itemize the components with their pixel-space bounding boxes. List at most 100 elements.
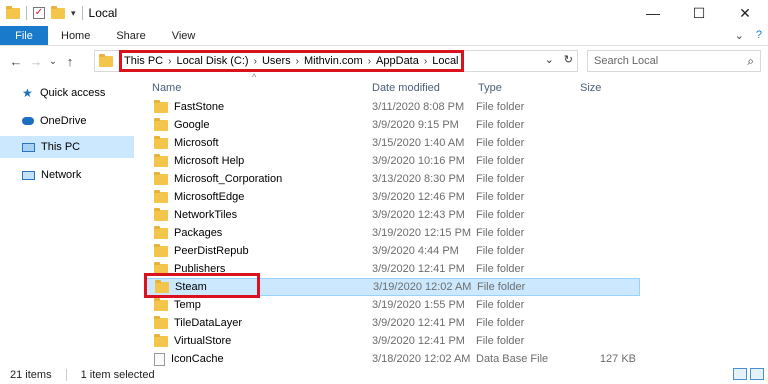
file-row[interactable]: PeerDistRepub 3/9/2020 4:44 PM File folder (146, 242, 640, 260)
selection-count: 1 item selected (80, 369, 155, 381)
file-name-cell: Microsoft (154, 135, 219, 149)
back-arrow-icon[interactable]: ← (6, 54, 26, 69)
file-type: File folder (476, 335, 525, 347)
file-name: Microsoft (174, 137, 219, 149)
folder-icon (154, 297, 168, 311)
chevron-right-icon[interactable]: › (296, 56, 299, 67)
file-row[interactable]: FastStone 3/11/2020 8:08 PM File folder (146, 98, 640, 116)
file-name: MicrosoftEdge (174, 191, 245, 203)
column-header-date[interactable]: Date modified (372, 82, 440, 94)
file-name: IconCache (171, 353, 224, 365)
file-row[interactable]: Packages 3/19/2020 12:15 PM File folder (146, 224, 640, 242)
breadcrumb-this-pc[interactable]: This PC (124, 55, 163, 67)
file-type: File folder (476, 191, 525, 203)
folder-icon (154, 99, 168, 113)
file-row[interactable]: Microsoft_Corporation 3/13/2020 8:30 PM Fi… (146, 170, 640, 188)
address-dropdown-icon[interactable]: ⌄ (545, 53, 554, 66)
file-name-cell: Google (154, 117, 209, 131)
folder-icon (154, 207, 168, 221)
search-icon[interactable]: ⌕ (747, 54, 754, 69)
file-name: FastStone (174, 101, 225, 113)
tab-view[interactable]: View (159, 26, 209, 45)
breadcrumb-appdata[interactable]: AppData (376, 55, 419, 67)
file-name-cell: Microsoft_Corporation (154, 171, 282, 185)
file-row[interactable]: Temp 3/19/2020 1:55 PM File folder (146, 296, 640, 314)
file-date: 3/19/2020 12:02 AM (373, 281, 472, 293)
highlight-box (144, 273, 260, 298)
search-input[interactable]: Search Local ⌕ (587, 50, 761, 72)
divider (81, 6, 83, 20)
tab-home[interactable]: Home (48, 26, 103, 45)
chevron-right-icon[interactable]: › (424, 56, 427, 67)
search-placeholder: Search Local (594, 55, 659, 67)
file-date: 3/9/2020 12:41 PM (372, 263, 465, 275)
file-row[interactable]: NetworkTiles 3/9/2020 12:43 PM File folder (146, 206, 640, 224)
tab-file[interactable]: File (0, 26, 48, 45)
file-row[interactable]: TileDataLayer 3/9/2020 12:41 PM File folde… (146, 314, 640, 332)
breadcrumb-user[interactable]: Mithvin.com (304, 55, 363, 67)
file-icon (154, 352, 165, 366)
sidebar-item-this-pc[interactable]: This PC (0, 136, 134, 158)
help-icon[interactable]: ? (756, 29, 762, 42)
folder-icon (154, 225, 168, 239)
divider (26, 6, 27, 20)
up-arrow-icon[interactable]: ↑ (60, 54, 80, 69)
sidebar-item-onedrive[interactable]: OneDrive (0, 110, 134, 132)
column-header-name[interactable]: Name (152, 82, 181, 94)
forward-arrow-icon[interactable]: → (26, 54, 46, 69)
large-icons-view-icon[interactable] (750, 368, 764, 380)
file-date: 3/9/2020 10:16 PM (372, 155, 465, 167)
minimize-button[interactable]: — (630, 0, 676, 26)
folder-icon (154, 153, 168, 167)
breadcrumb-users[interactable]: Users (262, 55, 291, 67)
file-name-cell: Microsoft Help (154, 153, 245, 167)
computer-icon (22, 142, 35, 152)
file-name-cell: MicrosoftEdge (154, 189, 245, 203)
recent-locations-icon[interactable]: ⌄ (46, 56, 60, 67)
sidebar-item-quick-access[interactable]: ★ Quick access (0, 82, 134, 104)
cloud-icon (22, 117, 34, 125)
sidebar-item-network[interactable]: Network (0, 164, 134, 186)
file-row[interactable]: Microsoft Help 3/9/2020 10:16 PM File fold… (146, 152, 640, 170)
file-type: File folder (476, 119, 525, 131)
file-name: VirtualStore (174, 335, 232, 347)
refresh-icon[interactable]: ↻ (564, 53, 573, 66)
customize-toolbar-icon[interactable]: ▾ (71, 8, 76, 19)
window-title: Local (88, 6, 118, 20)
file-name-cell: VirtualStore (154, 333, 232, 347)
file-date: 3/19/2020 12:15 PM (372, 227, 472, 239)
details-view-icon[interactable] (733, 368, 747, 380)
file-row[interactable]: MicrosoftEdge 3/9/2020 12:46 PM File folde… (146, 188, 640, 206)
column-headers: ^ Name Date modified Type Size (134, 72, 768, 100)
file-name: PeerDistRepub (174, 245, 249, 257)
file-name-cell: PeerDistRepub (154, 243, 249, 257)
properties-icon[interactable]: ✓ (33, 7, 45, 19)
file-name: NetworkTiles (174, 209, 238, 221)
file-row[interactable]: VirtualStore 3/9/2020 12:41 PM File folder (146, 332, 640, 350)
file-name-cell: NetworkTiles (154, 207, 238, 221)
new-folder-icon[interactable] (51, 5, 65, 19)
column-header-type[interactable]: Type (478, 82, 502, 94)
file-row[interactable]: Microsoft 3/15/2020 1:40 AM File folder (146, 134, 640, 152)
file-row[interactable]: Google 3/9/2020 9:15 PM File folder (146, 116, 640, 134)
file-name-cell: FastStone (154, 99, 225, 113)
tab-share[interactable]: Share (103, 26, 158, 45)
breadcrumb-local[interactable]: Local (432, 55, 458, 67)
chevron-right-icon[interactable]: › (254, 56, 257, 67)
sidebar-item-label: OneDrive (40, 115, 87, 127)
chevron-right-icon[interactable]: › (368, 56, 371, 67)
file-type: File folder (476, 245, 525, 257)
breadcrumb-local-disk[interactable]: Local Disk (C:) (176, 55, 248, 67)
chevron-right-icon[interactable]: › (168, 56, 171, 67)
folder-icon (154, 135, 168, 149)
file-name: Microsoft Help (174, 155, 245, 167)
expand-ribbon-icon[interactable]: ⌄ (735, 29, 744, 42)
file-date: 3/11/2020 8:08 PM (372, 101, 465, 113)
maximize-button[interactable]: ☐ (676, 0, 722, 26)
star-icon: ★ (22, 86, 33, 100)
address-bar[interactable]: This PC › Local Disk (C:) › Users › Mith… (94, 50, 578, 72)
folder-icon (154, 333, 168, 347)
column-header-size[interactable]: Size (580, 82, 601, 94)
file-name: Packages (174, 227, 223, 239)
close-button[interactable]: ✕ (722, 0, 768, 26)
